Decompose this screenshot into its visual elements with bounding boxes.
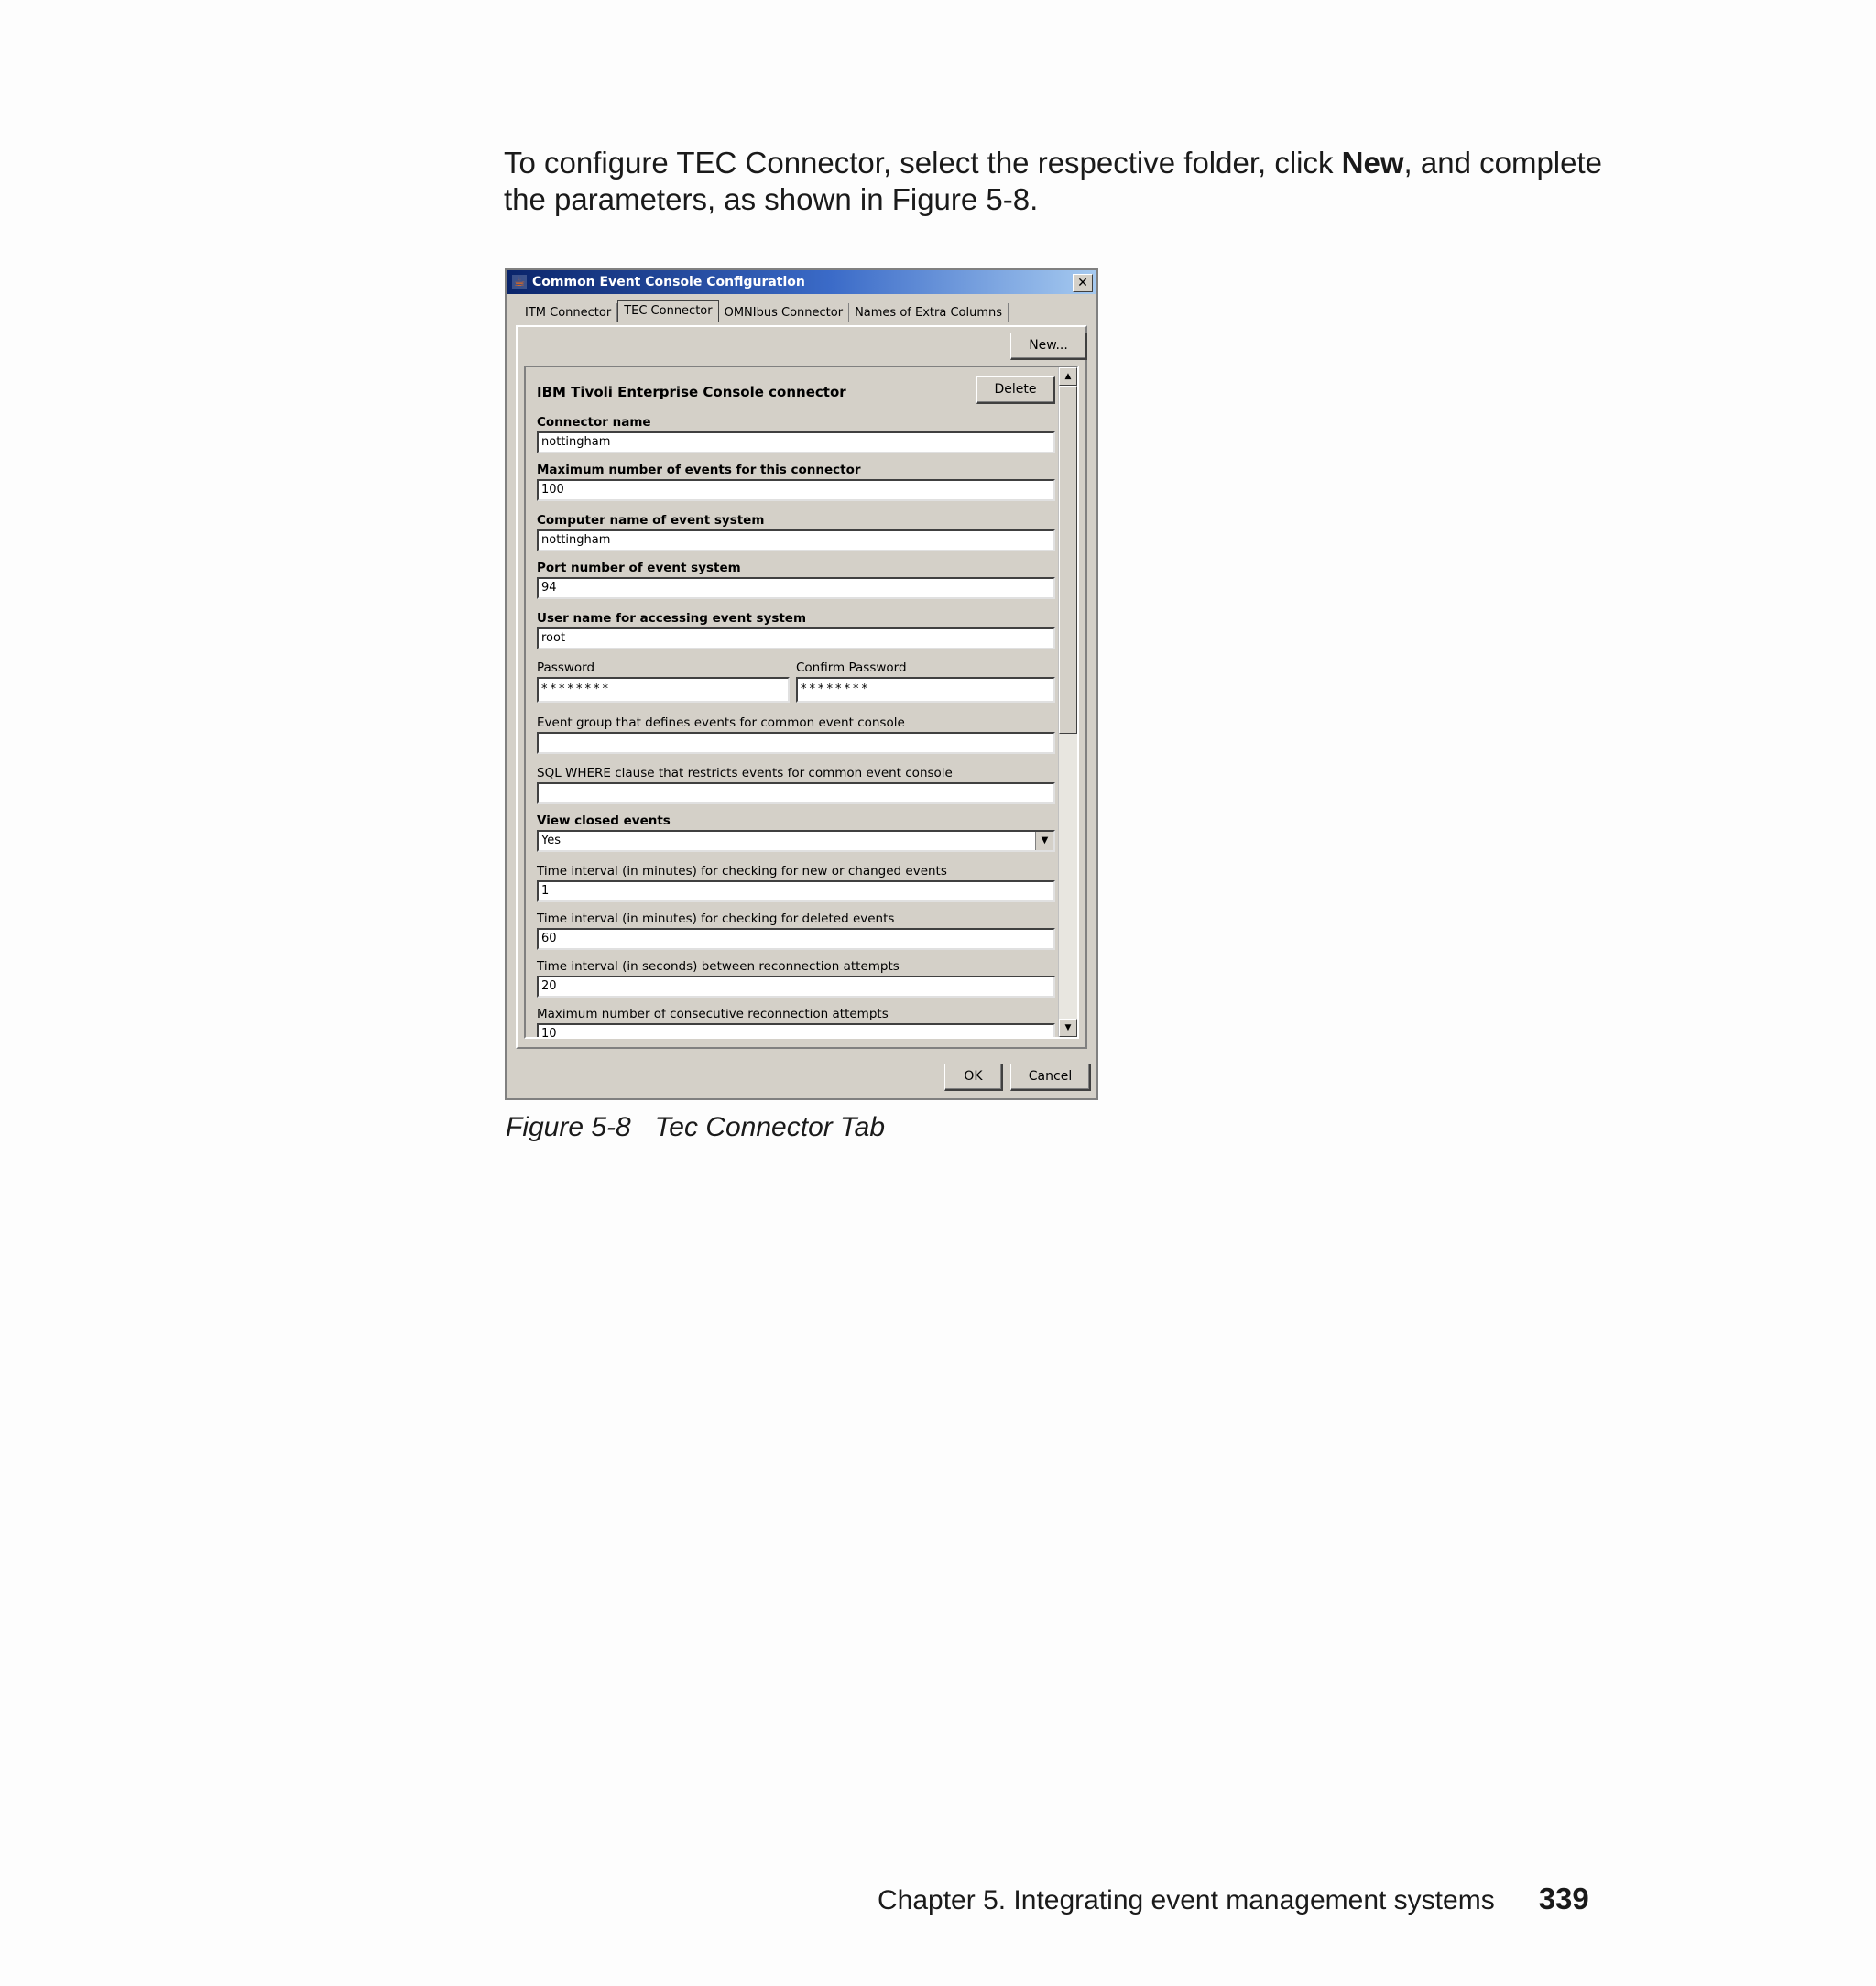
intro-text-start: To configure TEC Connector, select the r… (504, 146, 1342, 180)
chevron-down-icon[interactable]: ▼ (1035, 832, 1053, 850)
figure-number: Figure 5-8 (506, 1112, 631, 1142)
max-reconnect-label: Maximum number of consecutive reconnecti… (537, 1007, 889, 1021)
config-dialog: ☕ Common Event Console Configuration ✕ I… (505, 268, 1098, 1100)
intro-bold-new: New (1341, 146, 1404, 180)
confirm-password-input[interactable]: ******** (796, 677, 1055, 703)
interval-deleted-input[interactable]: 60 (537, 928, 1055, 950)
java-cup-icon: ☕ (512, 275, 527, 289)
computer-name-label: Computer name of event system (537, 513, 765, 528)
scroll-up-icon[interactable]: ▲ (1059, 367, 1077, 386)
page-number: 339 (1538, 1882, 1589, 1915)
max-events-label: Maximum number of events for this connec… (537, 463, 861, 477)
port-label: Port number of event system (537, 561, 741, 575)
tab-itm-connector[interactable]: ITM Connector (519, 303, 618, 322)
view-closed-value: Yes (541, 834, 561, 847)
interval-new-label: Time interval (in minutes) for checking … (537, 864, 947, 878)
figure-title: Tec Connector Tab (654, 1112, 886, 1142)
ok-button[interactable]: OK (944, 1064, 1003, 1091)
event-group-input[interactable] (537, 732, 1055, 754)
figure-caption: Figure 5-8 Tec Connector Tab (506, 1112, 885, 1143)
max-reconnect-input[interactable]: 10 (537, 1023, 1055, 1037)
password-label: Password (537, 660, 595, 675)
section-title: IBM Tivoli Enterprise Console connector (537, 384, 846, 400)
view-closed-select[interactable]: Yes ▼ (537, 830, 1055, 852)
connector-name-input[interactable]: nottingham (537, 431, 1055, 453)
tab-omnibus-connector[interactable]: OMNIbus Connector (719, 303, 850, 322)
new-button[interactable]: New... (1010, 333, 1087, 360)
password-input[interactable]: ******** (537, 677, 790, 703)
event-group-label: Event group that defines events for comm… (537, 715, 905, 730)
user-name-label: User name for accessing event system (537, 611, 807, 626)
interval-new-input[interactable]: 1 (537, 880, 1055, 902)
tab-tec-connector[interactable]: TEC Connector (617, 300, 719, 322)
close-button[interactable]: ✕ (1073, 274, 1093, 292)
dialog-titlebar: ☕ Common Event Console Configuration ✕ (507, 270, 1096, 294)
scrollbar-thumb[interactable] (1059, 386, 1077, 734)
tab-strip: ITM Connector TEC Connector OMNIbus Conn… (519, 300, 1009, 322)
cancel-button[interactable]: Cancel (1010, 1064, 1091, 1091)
port-input[interactable]: 94 (537, 577, 1055, 599)
chapter-title: Chapter 5. Integrating event management … (878, 1885, 1495, 1915)
intro-paragraph: To configure TEC Connector, select the r… (504, 145, 1603, 218)
delete-button[interactable]: Delete (976, 376, 1055, 404)
connector-form: IBM Tivoli Enterprise Console connector … (526, 367, 1057, 1037)
tab-extra-columns[interactable]: Names of Extra Columns (849, 303, 1009, 322)
scroll-down-icon[interactable]: ▼ (1059, 1019, 1077, 1037)
page-footer: Chapter 5. Integrating event management … (878, 1882, 1589, 1916)
close-icon: ✕ (1077, 276, 1088, 290)
tec-tab-panel: New... IBM Tivoli Enterprise Console con… (516, 325, 1087, 1049)
interval-reconnect-label: Time interval (in seconds) between recon… (537, 959, 900, 974)
view-closed-label: View closed events (537, 813, 671, 828)
max-events-input[interactable]: 100 (537, 479, 1055, 501)
connector-scroll-pane: IBM Tivoli Enterprise Console connector … (524, 366, 1079, 1039)
user-name-input[interactable]: root (537, 627, 1055, 649)
interval-reconnect-input[interactable]: 20 (537, 976, 1055, 998)
sql-where-input[interactable] (537, 782, 1055, 804)
vertical-scrollbar[interactable]: ▲ ▼ (1058, 367, 1077, 1037)
connector-name-label: Connector name (537, 415, 651, 430)
dialog-title: Common Event Console Configuration (532, 275, 805, 289)
confirm-password-label: Confirm Password (796, 660, 907, 675)
interval-deleted-label: Time interval (in minutes) for checking … (537, 911, 895, 926)
computer-name-input[interactable]: nottingham (537, 529, 1055, 551)
sql-where-label: SQL WHERE clause that restricts events f… (537, 766, 953, 780)
